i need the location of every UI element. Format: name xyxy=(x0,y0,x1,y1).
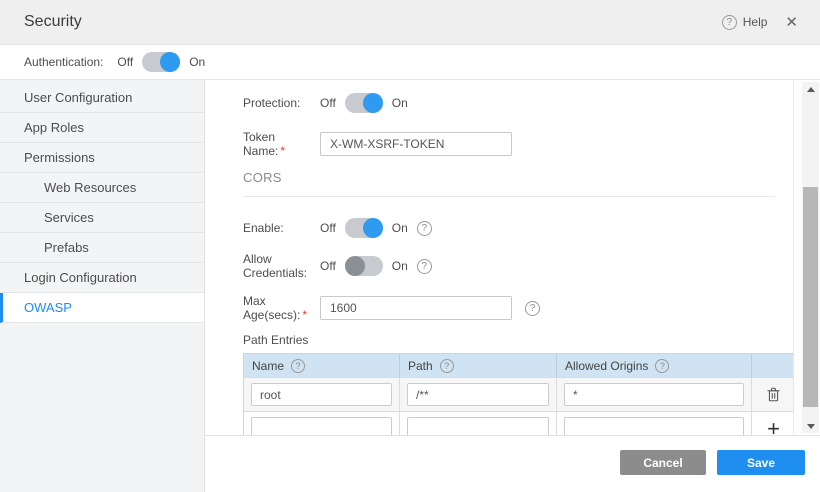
new-entry-name-input[interactable] xyxy=(251,417,392,435)
owasp-form: Protection: Off On Token Name:* CORS xyxy=(205,80,793,435)
protection-on-label: On xyxy=(392,96,408,110)
required-asterisk: * xyxy=(302,308,307,322)
path-entry-path-input[interactable] xyxy=(407,383,549,406)
path-entries-label: Path Entries xyxy=(243,333,793,347)
column-header-actions xyxy=(752,354,793,377)
protection-off-label: Off xyxy=(320,96,336,110)
plus-icon: + xyxy=(767,418,780,436)
token-name-label: Token Name:* xyxy=(243,130,320,158)
dialog-footer: Cancel Save xyxy=(205,435,820,492)
protection-label: Protection: xyxy=(243,96,320,110)
sidebar: User Configuration App Roles Permissions… xyxy=(0,80,205,492)
sidebar-item-app-roles[interactable]: App Roles xyxy=(0,113,204,143)
table-row xyxy=(244,377,793,411)
sidebar-item-web-resources[interactable]: Web Resources xyxy=(0,173,204,203)
max-age-label: Max Age(secs):* xyxy=(243,294,320,322)
allowed-origins-column-help-icon[interactable]: ? xyxy=(655,359,669,373)
column-header-allowed-origins: Allowed Origins ? xyxy=(557,354,752,377)
allow-credentials-toggle[interactable] xyxy=(345,256,383,276)
toggle-knob xyxy=(160,52,180,72)
name-column-help-icon[interactable]: ? xyxy=(291,359,305,373)
help-icon: ? xyxy=(722,15,737,30)
max-age-input[interactable] xyxy=(320,296,512,320)
cancel-button[interactable]: Cancel xyxy=(620,450,706,475)
enable-help-icon[interactable]: ? xyxy=(417,221,432,236)
scrollbar-thumb[interactable] xyxy=(803,187,818,407)
required-asterisk: * xyxy=(280,144,285,158)
scroll-up-arrow-icon[interactable] xyxy=(802,82,819,96)
security-dialog: Security ? Help ✕ Authentication: Off On… xyxy=(0,0,820,492)
toggle-knob xyxy=(363,218,383,238)
protection-toggle[interactable] xyxy=(345,93,383,113)
scroll-gutter xyxy=(793,80,820,435)
column-header-path: Path ? xyxy=(400,354,557,377)
allow-credentials-label: Allow Credentials: xyxy=(243,252,320,280)
help-button[interactable]: ? Help xyxy=(722,15,768,30)
allow-credentials-off-label: Off xyxy=(320,259,336,273)
trash-icon xyxy=(766,386,781,403)
allow-credentials-help-icon[interactable]: ? xyxy=(417,259,432,274)
new-entry-path-input[interactable] xyxy=(407,417,549,435)
table-row-new: + xyxy=(244,411,793,435)
page-title: Security xyxy=(24,13,82,31)
path-column-help-icon[interactable]: ? xyxy=(440,359,454,373)
new-entry-origins-input[interactable] xyxy=(564,417,744,435)
toggle-knob xyxy=(363,93,383,113)
sidebar-item-user-configuration[interactable]: User Configuration xyxy=(0,83,204,113)
delete-row-button[interactable] xyxy=(766,386,781,403)
close-icon[interactable]: ✕ xyxy=(781,11,802,33)
enable-on-label: On xyxy=(392,221,408,235)
sidebar-item-prefabs[interactable]: Prefabs xyxy=(0,233,204,263)
max-age-help-icon[interactable]: ? xyxy=(525,301,540,316)
authentication-bar: Authentication: Off On xyxy=(0,45,820,80)
toggle-knob xyxy=(345,256,365,276)
sidebar-item-permissions[interactable]: Permissions xyxy=(0,143,204,173)
sidebar-item-login-configuration[interactable]: Login Configuration xyxy=(0,263,204,293)
path-entry-name-input[interactable] xyxy=(251,383,392,406)
section-divider xyxy=(243,196,775,197)
add-row-button[interactable]: + xyxy=(767,418,780,436)
sidebar-item-owasp[interactable]: OWASP xyxy=(0,293,204,323)
path-entries-table: Name ? Path ? Allowed Origins ? xyxy=(243,353,793,435)
token-name-input[interactable] xyxy=(320,132,512,156)
path-entry-origins-input[interactable] xyxy=(564,383,744,406)
sidebar-item-services[interactable]: Services xyxy=(0,203,204,233)
help-label: Help xyxy=(743,15,768,29)
enable-off-label: Off xyxy=(320,221,336,235)
cors-section-title: CORS xyxy=(243,170,793,185)
column-header-name: Name ? xyxy=(244,354,400,377)
enable-label: Enable: xyxy=(243,221,320,235)
table-header-row: Name ? Path ? Allowed Origins ? xyxy=(244,354,793,377)
allow-credentials-on-label: On xyxy=(392,259,408,273)
authentication-label: Authentication: xyxy=(24,55,103,69)
save-button[interactable]: Save xyxy=(717,450,805,475)
vertical-scrollbar[interactable] xyxy=(802,82,819,433)
enable-toggle[interactable] xyxy=(345,218,383,238)
scroll-down-arrow-icon[interactable] xyxy=(802,419,819,433)
authentication-on-label: On xyxy=(189,55,205,69)
dialog-header: Security ? Help ✕ xyxy=(0,0,820,45)
authentication-toggle[interactable] xyxy=(142,52,180,72)
authentication-off-label: Off xyxy=(117,55,133,69)
